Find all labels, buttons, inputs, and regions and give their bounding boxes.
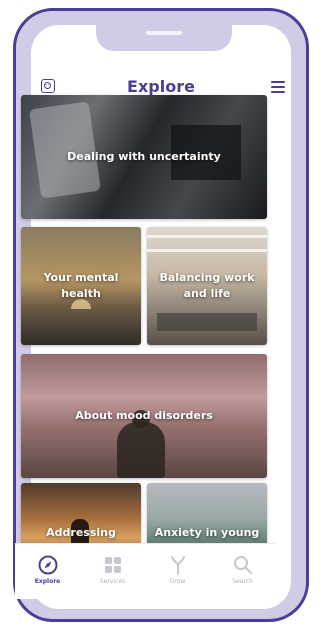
tab-bar: Explore Services Grow Search	[15, 543, 275, 599]
tab-search[interactable]: Search	[210, 544, 275, 599]
sprout-icon	[170, 556, 185, 575]
tab-explore[interactable]: Explore	[15, 544, 80, 599]
card-label: Dealing with uncertainty	[67, 150, 221, 163]
tab-label: Grow	[169, 578, 186, 585]
speaker	[146, 31, 182, 35]
card-about-mood-disorders[interactable]: About mood disorders	[21, 354, 267, 478]
tab-label: Explore	[34, 578, 61, 585]
grid-icon	[104, 557, 121, 573]
search-icon	[233, 556, 252, 575]
notch	[96, 11, 232, 51]
card-label: Anxiety in young	[154, 526, 260, 540]
card-dealing-with-uncertainty[interactable]: Dealing with uncertainty	[21, 95, 267, 219]
tab-label: Search	[232, 578, 253, 585]
compass-icon	[38, 555, 57, 575]
card-label: Balancing work and life	[159, 271, 255, 300]
card-label: About mood disorders	[75, 409, 213, 422]
card-label: Your mental health	[43, 271, 119, 300]
card-your-mental-health[interactable]: Your mental health	[21, 227, 141, 345]
page-title: Explore	[127, 77, 195, 96]
tab-services[interactable]: Services	[80, 544, 145, 599]
card-balancing-work-and-life[interactable]: Balancing work and life	[147, 227, 267, 345]
tab-grow[interactable]: Grow	[145, 544, 210, 599]
menu-icon[interactable]	[271, 81, 285, 93]
tab-label: Services	[99, 578, 126, 585]
card-label: Addressing	[46, 526, 116, 540]
